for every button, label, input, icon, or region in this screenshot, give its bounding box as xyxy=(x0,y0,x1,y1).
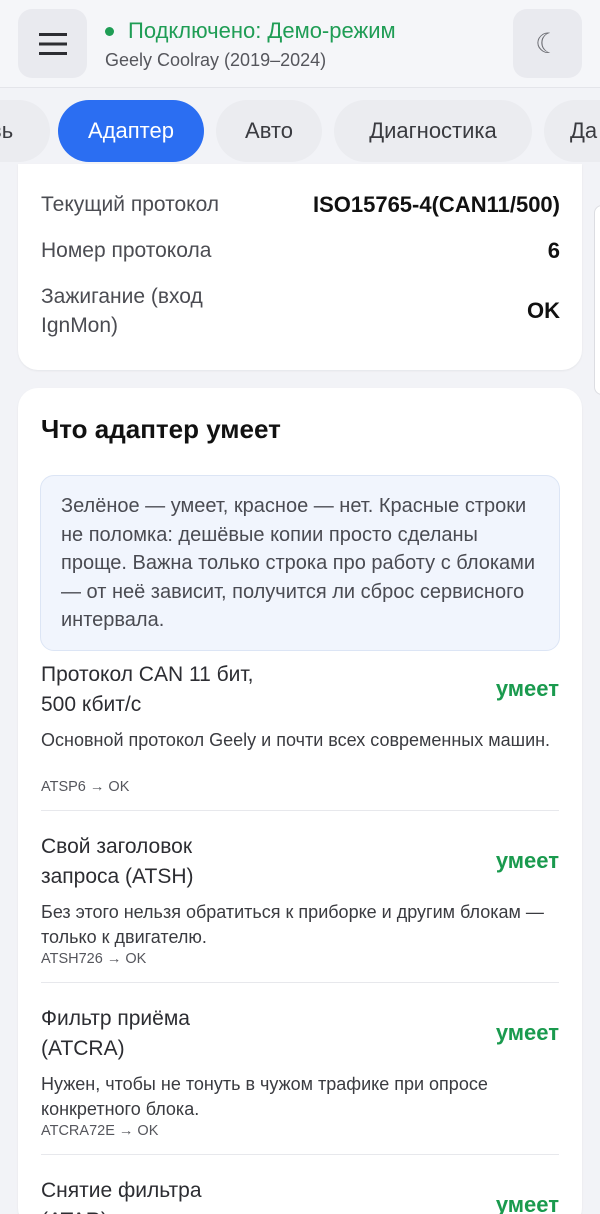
tab-next[interactable]: Да xyxy=(544,100,600,162)
menu-button[interactable] xyxy=(18,9,87,78)
capability-description: Без этого нельзя обратиться к приборке и… xyxy=(41,902,544,947)
capability-name: Снятие фильтра (ATAR) xyxy=(41,1179,202,1214)
capability-name: Фильтр приёма (ATCRA) xyxy=(41,1007,190,1060)
protocol-info-card: Текущий протокол ISO15765-4(CAN11/500) Н… xyxy=(18,164,582,370)
tab-bar: вь Адаптер Авто Диагностика Да xyxy=(0,88,600,176)
divider xyxy=(41,982,559,983)
capability-status: умеет xyxy=(495,1020,559,1045)
capability-command: ATSH726 → OK xyxy=(41,951,147,967)
tab-auto[interactable]: Авто xyxy=(216,100,322,162)
divider xyxy=(41,1154,559,1155)
app-header: Подключено: Демо-режим Geely Coolray (20… xyxy=(0,0,600,88)
divider xyxy=(41,810,559,811)
capabilities-card: Что адаптер умеет Зелёное — умеет, красн… xyxy=(18,388,582,1214)
capability-name: Протокол CAN 11 бит, 500 кбит/с xyxy=(41,663,254,716)
theme-toggle-button[interactable]: ☾ xyxy=(513,9,582,78)
info-label: Зажигание (вход IgnMon) xyxy=(41,285,203,337)
info-value: ISO15765-4(CAN11/500) xyxy=(312,191,560,217)
connection-status: Подключено: Демо-режим xyxy=(105,18,396,44)
capability-command: ATCRA72E → OK xyxy=(41,1123,159,1139)
info-value: 6 xyxy=(547,237,560,263)
section-title: Что адаптер умеет xyxy=(41,414,281,444)
capability-description: Основной протокол Geely и почти всех сов… xyxy=(41,730,551,750)
status-dot-icon xyxy=(105,26,114,36)
capability-status: умеет xyxy=(495,676,559,701)
tab-prev[interactable]: вь xyxy=(0,100,50,162)
info-value: OK xyxy=(527,298,560,323)
tab-diagnostics[interactable]: Диагностика xyxy=(334,100,532,162)
connection-status-text: Подключено: Демо-режим xyxy=(128,18,396,43)
car-model: Geely Coolray (2019–2024) xyxy=(105,50,327,70)
scroll-handle[interactable] xyxy=(594,205,600,395)
info-note: Зелёное — умеет, красное — нет. Красные … xyxy=(40,475,560,651)
info-row: Номер протокола 6 xyxy=(41,236,560,265)
info-row: Текущий протокол ISO15765-4(CAN11/500) xyxy=(41,190,560,219)
info-label: Текущий протокол xyxy=(41,193,220,216)
info-label: Номер протокола xyxy=(41,239,212,262)
capability-name: Свой заголовок запроса (ATSH) xyxy=(41,835,194,888)
capability-description: Нужен, чтобы не тонуть в чужом трафике п… xyxy=(41,1074,488,1119)
capability-status: умеет xyxy=(495,1192,559,1214)
hamburger-icon xyxy=(38,32,67,55)
capability-command: ATSP6 → OK xyxy=(41,779,130,795)
capability-status: умеет xyxy=(495,848,559,873)
moon-icon: ☾ xyxy=(534,28,561,59)
tab-adapter[interactable]: Адаптер xyxy=(58,100,204,162)
info-row: Зажигание (вход IgnMon) OK xyxy=(41,282,560,340)
